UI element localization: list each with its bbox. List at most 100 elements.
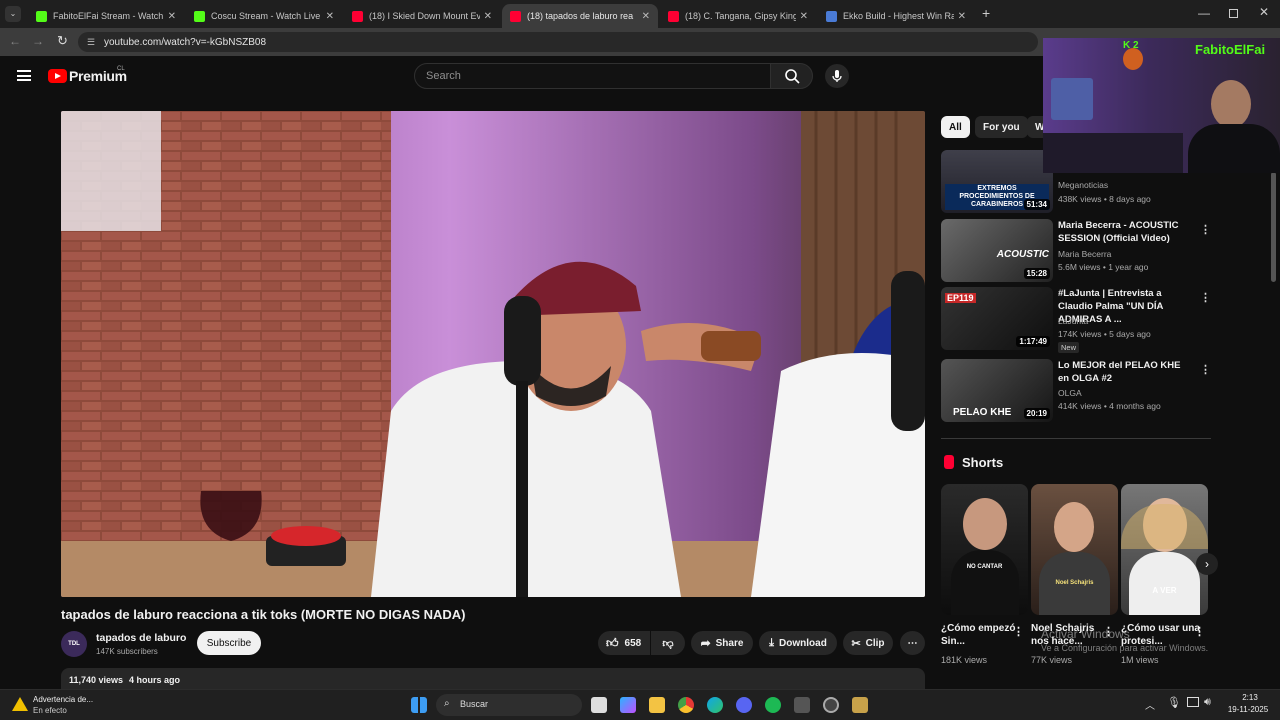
tray-chevron-icon[interactable]: ︿ (1145, 697, 1155, 712)
short-caption: A VER (1152, 586, 1177, 595)
upload-time: 4 hours ago (129, 675, 181, 685)
short-thumbnail[interactable]: A VER (1121, 484, 1208, 615)
search-button[interactable] (770, 63, 813, 89)
close-window-icon[interactable]: ✕ (1259, 5, 1269, 19)
forward-icon[interactable]: → (32, 34, 44, 48)
video-thumbnail[interactable]: EXTREMOS PROCEDIMIENTOS DE CARABINEROS 5… (941, 150, 1053, 213)
browser-tab[interactable]: (18) tapados de laburo rea ✕ (502, 4, 658, 28)
divider (941, 438, 1211, 439)
subscribe-button[interactable]: Subscribe (197, 631, 261, 655)
clip-button[interactable]: ✂ Clip (843, 631, 893, 655)
menu-icon[interactable] (17, 70, 31, 81)
rec-channel[interactable]: OLGA (1058, 388, 1082, 398)
video-thumbnail[interactable]: ACOUSTIC 15:28 (941, 219, 1053, 282)
video-frame (61, 111, 925, 597)
warning-icon[interactable] (12, 697, 28, 711)
windows-start-icon[interactable] (411, 697, 427, 713)
close-tab-icon[interactable]: ✕ (958, 11, 966, 22)
channel-name[interactable]: tapados de laburo (96, 632, 186, 644)
steam-icon[interactable] (823, 697, 839, 713)
close-tab-icon[interactable]: ✕ (484, 11, 492, 22)
tab-title: (18) tapados de laburo rea (527, 11, 634, 21)
dislike-button[interactable]: 👎︎ (651, 631, 685, 655)
clock-date[interactable]: 19-11-2025 (1222, 705, 1274, 714)
site-info-icon[interactable]: ☰ (87, 37, 95, 48)
rec-channel[interactable]: Meganoticias (1058, 180, 1108, 190)
rec-channel[interactable]: LaJunta (1058, 316, 1088, 326)
video-player[interactable] (61, 111, 925, 597)
recommendation-item[interactable]: EP119 1:17:49 #LaJunta | Entrevista a Cl… (941, 287, 1211, 353)
chip-all[interactable]: All (941, 116, 970, 138)
discord-icon[interactable] (736, 697, 752, 713)
reload-icon[interactable]: ↻ (57, 33, 68, 49)
more-actions-button[interactable]: ⋯ (900, 631, 925, 655)
search-icon: ⌕ (444, 698, 450, 709)
browser-tab[interactable]: Coscu Stream - Watch Live on K ✕ (186, 4, 342, 28)
maximize-icon[interactable] (1229, 9, 1238, 18)
edge-icon[interactable] (707, 697, 723, 713)
page-scrollbar[interactable] (1271, 172, 1276, 282)
chrome-icon[interactable] (678, 697, 694, 713)
more-options-icon[interactable]: ⋮ (1200, 363, 1211, 376)
url-text: youtube.com/watch?v=-kGbNSZB08 (104, 36, 267, 48)
browser-tab[interactable]: FabitoElFai Stream - Watch Live ✕ (28, 4, 184, 28)
rec-channel[interactable]: Maria Becerra (1058, 249, 1111, 259)
recommendation-item[interactable]: ACOUSTIC 15:28 Maria Becerra - ACOUSTIC … (941, 219, 1211, 283)
shorts-heading: Shorts (962, 455, 1004, 470)
tab-title: (18) C. Tangana, Gipsy Kings, N (685, 11, 796, 21)
youtube-logo-icon[interactable] (48, 69, 67, 83)
file-explorer-icon[interactable] (649, 697, 665, 713)
task-view-icon[interactable] (591, 697, 607, 713)
spotify-icon[interactable] (765, 697, 781, 713)
voice-search-button[interactable] (825, 64, 849, 88)
calculator-icon[interactable] (794, 697, 810, 713)
clock-time[interactable]: 2:13 (1226, 693, 1274, 702)
close-tab-icon[interactable]: ✕ (326, 11, 334, 22)
chip-for-you[interactable]: For you (975, 116, 1028, 138)
tray-microphone-icon[interactable]: 🎙︎ (1167, 696, 1181, 709)
taskbar-search[interactable]: ⌕ Buscar (436, 694, 582, 716)
video-thumbnail[interactable]: PELAO KHE 20:19 (941, 359, 1053, 422)
short-title[interactable]: ¿Cómo empezó Sin... (941, 622, 1021, 648)
webcam-overlay: K 2 FabitoElFai (1043, 38, 1280, 173)
duration-badge: 15:28 (1023, 268, 1050, 279)
taskbar-search-label: Buscar (460, 699, 489, 709)
more-options-icon[interactable]: ⋮ (1200, 223, 1211, 236)
download-button[interactable]: ⤓ Download (759, 631, 837, 655)
back-icon[interactable]: ← (9, 34, 21, 48)
close-tab-icon[interactable]: ✕ (642, 11, 650, 22)
tab-search-icon[interactable]: ⌄ (5, 6, 21, 22)
minimize-icon[interactable]: — (1198, 6, 1210, 20)
short-menu-icon[interactable]: ⋮ (1013, 625, 1024, 638)
shorts-next-button[interactable]: › (1196, 553, 1218, 575)
favicon-icon (36, 10, 47, 22)
recommendation-item[interactable]: PELAO KHE 20:19 Lo MEJOR del PELAO KHE e… (941, 359, 1211, 423)
browser-tab[interactable]: (18) C. Tangana, Gipsy Kings, N ✕ (660, 4, 816, 28)
rec-title[interactable]: Maria Becerra - ACOUSTIC SESSION (Offici… (1058, 219, 1188, 245)
league-client-icon[interactable] (852, 697, 868, 713)
tray-network-icon[interactable] (1187, 697, 1199, 707)
copilot-icon[interactable] (620, 697, 636, 713)
address-field[interactable]: ☰ youtube.com/watch?v=-kGbNSZB08 (78, 32, 1038, 52)
activate-windows-title: Activar Windows (1041, 627, 1130, 641)
rec-meta: 5.6M views • 1 year ago (1058, 262, 1149, 272)
tray-volume-icon[interactable]: 🔊︎ (1204, 696, 1211, 709)
rec-meta: 174K views • 5 days ago (1058, 329, 1151, 339)
like-button[interactable]: 👍︎ 658 (598, 631, 650, 655)
channel-avatar[interactable]: TDL (61, 631, 87, 657)
notice-title[interactable]: Advertencia de... (33, 695, 93, 704)
video-thumbnail[interactable]: EP119 1:17:49 (941, 287, 1053, 350)
close-tab-icon[interactable]: ✕ (800, 11, 808, 22)
close-tab-icon[interactable]: ✕ (168, 11, 176, 22)
browser-tab[interactable]: Ekko Build - Highest Win Rate E ✕ (818, 4, 974, 28)
more-options-icon[interactable]: ⋮ (1200, 291, 1211, 304)
short-thumbnail[interactable]: NO CANTAR (941, 484, 1028, 615)
search-input[interactable]: Search (414, 63, 771, 89)
rec-title[interactable]: Lo MEJOR del PELAO KHE en OLGA #2 (1058, 359, 1188, 385)
short-thumbnail[interactable]: Noel Schajris (1031, 484, 1118, 615)
browser-tab[interactable]: (18) I Skied Down Mount Evere ✕ (344, 4, 500, 28)
new-tab-button[interactable]: + (982, 5, 990, 21)
short-menu-icon[interactable]: ⋮ (1194, 625, 1205, 638)
download-label: Download (779, 637, 827, 649)
share-button[interactable]: ➦ Share (691, 631, 753, 655)
